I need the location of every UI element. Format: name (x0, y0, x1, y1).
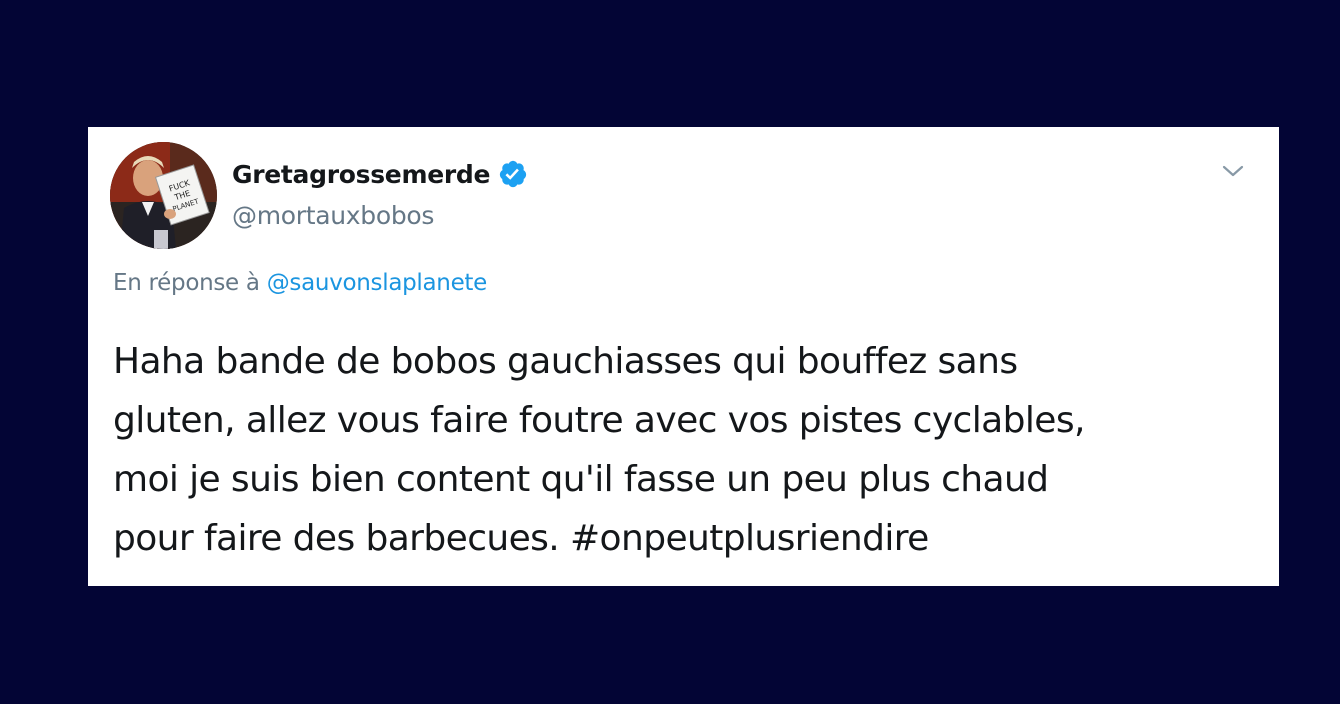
tweet-text-line: moi je suis bien content qu'il fasse un … (113, 459, 1049, 500)
tweet-text-line: pour faire des barbecues. #onpeutplusrie… (113, 518, 929, 559)
reply-mention-link[interactable]: @sauvonslaplanete (267, 270, 488, 296)
avatar[interactable]: FUCK THE PLANET (110, 142, 217, 249)
more-options-button[interactable] (1219, 157, 1247, 185)
reply-prefix: En réponse à (113, 270, 260, 296)
verified-badge-icon (498, 159, 528, 189)
user-handle[interactable]: @mortauxbobos (232, 201, 434, 230)
reply-context: En réponse à @sauvonslaplanete (113, 270, 487, 296)
display-name-row: Gretagrossemerde (232, 159, 528, 189)
tweet-text: Haha bande de bobos gauchiasses qui bouf… (113, 332, 1253, 568)
chevron-down-icon (1222, 165, 1244, 177)
tweet-card: FUCK THE PLANET Gretagrossemerde @mortau… (88, 127, 1279, 586)
tweet-text-line: Haha bande de bobos gauchiasses qui bouf… (113, 341, 1018, 382)
avatar-image: FUCK THE PLANET (110, 142, 217, 249)
tweet-text-line: gluten, allez vous faire foutre avec vos… (113, 400, 1085, 441)
display-name[interactable]: Gretagrossemerde (232, 160, 490, 189)
